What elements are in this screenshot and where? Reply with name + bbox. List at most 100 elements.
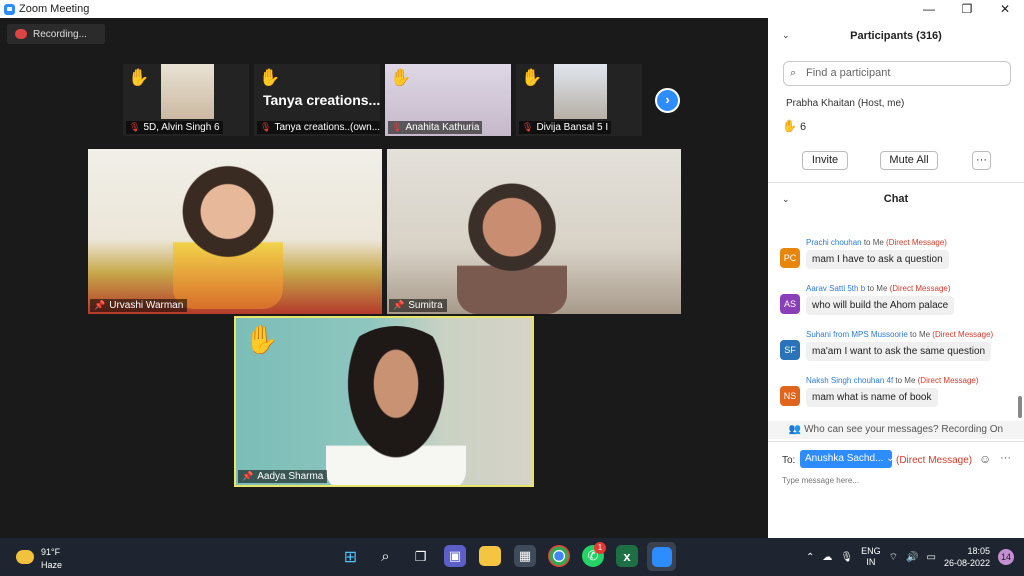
notification-badge[interactable]: 14 <box>998 549 1014 565</box>
muted-mic-icon: 🎙 <box>391 122 403 132</box>
battery-icon[interactable]: ▭ <box>927 552 936 563</box>
restore-button[interactable]: ❐ <box>948 0 986 18</box>
thumbnail-tile[interactable]: ✋ 🎙 Divija Bansal 5 I <box>516 64 642 136</box>
message-meta: Suhani from MPS Mussoorie to Me (Direct … <box>806 330 993 339</box>
sender-name[interactable]: Prachi chouhan <box>806 238 862 247</box>
message-text: mam what is name of book <box>806 388 938 407</box>
clock[interactable]: 18:05 26-08-2022 <box>944 545 990 569</box>
mute-all-button[interactable]: Mute All <box>880 151 938 170</box>
avatar: PC <box>780 248 800 268</box>
minimize-button[interactable]: — <box>910 0 948 18</box>
chat-more-icon[interactable]: ··· <box>1000 452 1011 464</box>
volume-icon[interactable]: 🔊 <box>906 552 918 563</box>
participant-video <box>173 159 283 309</box>
wifi-icon[interactable]: ⌔ <box>889 551 898 564</box>
raised-hand-icon: ✋ <box>244 324 279 355</box>
people-icon: 👥 <box>788 424 805 435</box>
date: 26-08-2022 <box>943 558 990 568</box>
dm-tag: (Direct Message) <box>917 376 979 385</box>
raised-hand-icon: ✋ <box>128 68 150 87</box>
chat-scrollbar[interactable] <box>1018 396 1022 418</box>
chrome-icon[interactable] <box>548 545 570 567</box>
chat-title: Chat <box>883 193 909 205</box>
language-indicator[interactable]: ENG IN <box>861 546 881 568</box>
more-options-button[interactable]: ··· <box>972 151 991 170</box>
raised-hand-icon: ✋ <box>259 68 281 87</box>
chevron-up-icon[interactable]: ⌃ <box>806 552 814 563</box>
video-name-label: 📌 Sumitra <box>389 299 447 312</box>
weather-condition: Haze <box>41 560 63 570</box>
participant-name: Urvashi Warman <box>109 300 184 311</box>
participant-search-input[interactable]: ⌕ Find a participant <box>783 61 1011 86</box>
recipient-text: to Me <box>861 238 887 247</box>
sender-name[interactable]: Naksh Singh chouhan 4f <box>806 376 893 385</box>
message-meta: Aarav Satti 5th b to Me (Direct Message) <box>806 284 951 293</box>
excel-icon[interactable]: x <box>616 545 638 567</box>
thumbnail-tile[interactable]: ✋ Tanya creations... 🎙 Tanya creations..(… <box>254 64 380 136</box>
dm-tag: (Direct Message) <box>889 284 951 293</box>
participant-name: Divija Bansal 5 I <box>536 122 609 133</box>
raised-hand-icon: ✋ <box>782 119 797 133</box>
direct-message-tag: (Direct Message) <box>896 455 973 466</box>
thumbnail-label: 🎙 5D, Alvin Singh 6 <box>126 121 223 134</box>
hands-count: 6 <box>799 121 807 133</box>
whatsapp-icon[interactable]: ✆ 1 <box>582 542 606 567</box>
onedrive-icon[interactable]: ☁ <box>822 552 832 563</box>
task-view-icon[interactable]: ❐ <box>406 542 435 571</box>
invite-button[interactable]: Invite <box>802 151 848 170</box>
microphone-icon[interactable]: 🎙 <box>840 552 853 563</box>
temperature: 91°F <box>41 547 61 557</box>
window-controls: — ❐ ✕ <box>768 0 1024 18</box>
video-name-label: 📌 Aadya Sharma <box>238 470 328 483</box>
windows-start-icon[interactable]: ⊞ <box>336 542 365 571</box>
participant-name: Tanya creations..(own... <box>274 122 380 133</box>
active-speaker-tile[interactable]: ✋ 📌 Aadya Sharma <box>234 316 534 487</box>
participant-name: Sumitra <box>408 300 443 311</box>
dm-tag: (Direct Message) <box>932 330 994 339</box>
avatar: AS <box>780 294 800 314</box>
participant-row[interactable]: Prabha Khaitan (Host, me) <box>786 98 1016 108</box>
zoom-icon[interactable] <box>647 542 676 571</box>
participant-video <box>554 64 607 119</box>
store-icon[interactable]: ▦ <box>514 545 536 567</box>
teams-chat-icon[interactable]: ▣ <box>444 545 466 567</box>
pin-icon: 📌 <box>393 300 405 310</box>
emoji-icon[interactable]: ☺ <box>979 452 991 466</box>
recording-label: Recording... <box>33 28 87 40</box>
thumbnail-tile[interactable]: ✋ 🎙 Anahita Kathuria <box>385 64 511 136</box>
participant-video <box>161 64 214 119</box>
privacy-note-text: Who can see your messages? Recording On <box>804 424 1004 435</box>
to-label: To: <box>782 455 796 466</box>
sender-name[interactable]: Aarav Satti 5th b <box>806 284 865 293</box>
thumbnail-label: 🎙 Divija Bansal 5 I <box>519 121 612 134</box>
close-button[interactable]: ✕ <box>986 0 1024 18</box>
thumbnail-tile[interactable]: ✋ 🎙 5D, Alvin Singh 6 <box>123 64 249 136</box>
language-code: ENG <box>861 546 881 556</box>
search-icon: ⌕ <box>790 67 797 79</box>
chat-messages[interactable]: PC Prachi chouhan to Me (Direct Message)… <box>768 210 1024 440</box>
sender-name[interactable]: Suhani from MPS Mussoorie <box>806 330 908 339</box>
divider <box>768 182 1024 183</box>
taskbar-apps: ⊞ ⌕ ❐ ▣ ▦ ✆ 1 x <box>336 542 676 571</box>
system-tray: ⌃ ☁ 🎙 ENG IN ⌔ 🔊 ▭ 18:05 26-08-2022 14 <box>806 542 1014 572</box>
recording-indicator[interactable]: Recording... <box>7 24 105 44</box>
recipient-dropdown[interactable]: Anushka Sachd... ⌄ <box>800 450 895 468</box>
file-explorer-icon[interactable] <box>479 546 501 566</box>
side-panel: ⌄ Participants (316) ⌕ Find a participan… <box>768 18 1024 538</box>
pin-icon: 📌 <box>242 471 254 481</box>
recording-cloud-icon <box>15 29 27 39</box>
raised-hands-count[interactable]: ✋ 6 <box>782 119 806 133</box>
video-tile[interactable]: 📌 Urvashi Warman <box>88 149 382 314</box>
thumbnail-label: 🎙 Anahita Kathuria <box>388 121 483 134</box>
message-text: mam I have to ask a question <box>806 250 949 269</box>
chat-input[interactable]: Type message here... <box>782 476 859 485</box>
recipient-text: to Me <box>865 284 890 293</box>
window-title: Zoom Meeting <box>19 3 90 15</box>
video-tile[interactable]: 📌 Sumitra <box>387 149 681 314</box>
next-page-button[interactable]: › <box>655 88 680 113</box>
whatsapp-badge: 1 <box>594 542 606 554</box>
haze-icon <box>16 550 34 564</box>
privacy-note[interactable]: 👥 Who can see your messages? Recording O… <box>768 421 1024 439</box>
search-icon[interactable]: ⌕ <box>371 542 400 571</box>
message-meta: Naksh Singh chouhan 4f to Me (Direct Mes… <box>806 376 979 385</box>
